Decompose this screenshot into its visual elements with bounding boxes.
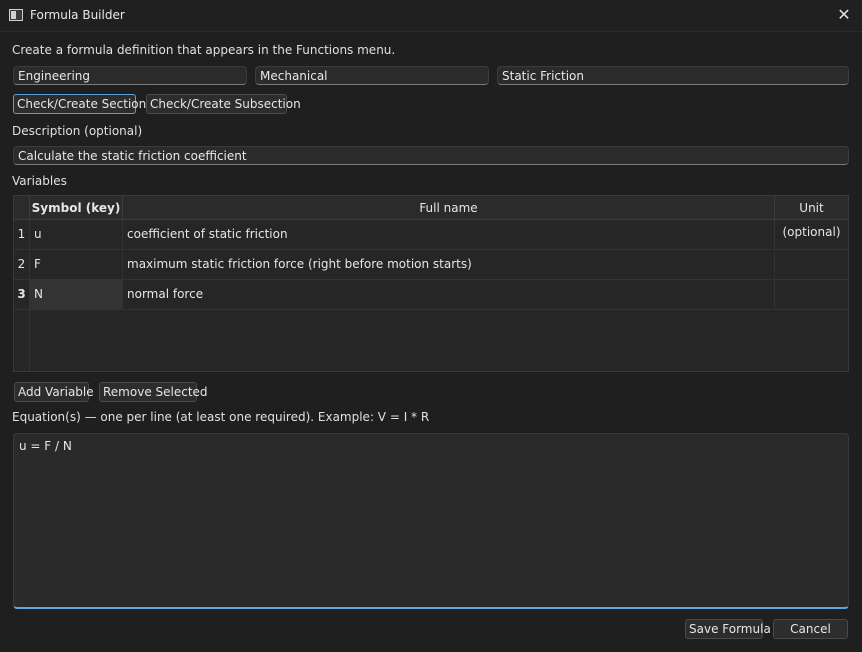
- table-row[interactable]: 2 F maximum static friction force (right…: [14, 250, 848, 280]
- cell-unit[interactable]: [774, 250, 848, 279]
- row-number[interactable]: 2: [14, 250, 29, 279]
- window-title: Formula Builder: [30, 8, 125, 22]
- row-number-divider: [29, 310, 30, 371]
- column-header-unit[interactable]: Unit (optional): [774, 196, 848, 239]
- cell-symbol[interactable]: F: [29, 250, 122, 279]
- remove-selected-button[interactable]: Remove Selected: [99, 382, 208, 402]
- add-variable-button[interactable]: Add Variable: [14, 382, 94, 402]
- cell-full-name[interactable]: normal force: [122, 280, 774, 309]
- subsection-input[interactable]: [255, 66, 489, 85]
- cell-unit[interactable]: [774, 220, 848, 249]
- cell-full-name[interactable]: coefficient of static friction: [122, 220, 774, 249]
- column-header-full-name[interactable]: Full name: [122, 196, 774, 220]
- description-input[interactable]: [13, 146, 849, 165]
- cell-full-name[interactable]: maximum static friction force (right bef…: [122, 250, 774, 279]
- save-formula-button[interactable]: Save Formula: [685, 619, 771, 639]
- title-bar: Formula Builder ✕: [0, 0, 862, 32]
- formula-name-input[interactable]: [497, 66, 849, 85]
- intro-text: Create a formula definition that appears…: [12, 43, 396, 57]
- table-row[interactable]: 3 N normal force: [14, 280, 848, 310]
- table-row[interactable]: 1 u coefficient of static friction: [14, 220, 848, 250]
- variables-table[interactable]: Symbol (key) Full name Unit (optional) 1…: [13, 195, 849, 372]
- row-number[interactable]: 1: [14, 220, 29, 249]
- cell-symbol[interactable]: u: [29, 220, 122, 249]
- column-header-symbol[interactable]: Symbol (key): [29, 196, 122, 220]
- close-icon[interactable]: ✕: [834, 5, 854, 25]
- variables-label: Variables: [12, 174, 67, 188]
- cell-symbol[interactable]: N: [29, 280, 122, 309]
- cell-unit[interactable]: [774, 280, 848, 309]
- row-number[interactable]: 3: [14, 280, 29, 309]
- equations-label: Equation(s) — one per line (at least one…: [12, 410, 430, 424]
- app-window-icon: [9, 9, 23, 21]
- equations-textarea[interactable]: u = F / N: [13, 433, 849, 609]
- description-label: Description (optional): [12, 124, 143, 138]
- table-header: Symbol (key) Full name Unit (optional): [14, 196, 848, 239]
- check-create-section-button[interactable]: Check/Create Section: [13, 94, 146, 114]
- check-create-subsection-button[interactable]: Check/Create Subsection: [146, 94, 301, 114]
- section-input[interactable]: [13, 66, 247, 85]
- cancel-button[interactable]: Cancel: [773, 619, 848, 639]
